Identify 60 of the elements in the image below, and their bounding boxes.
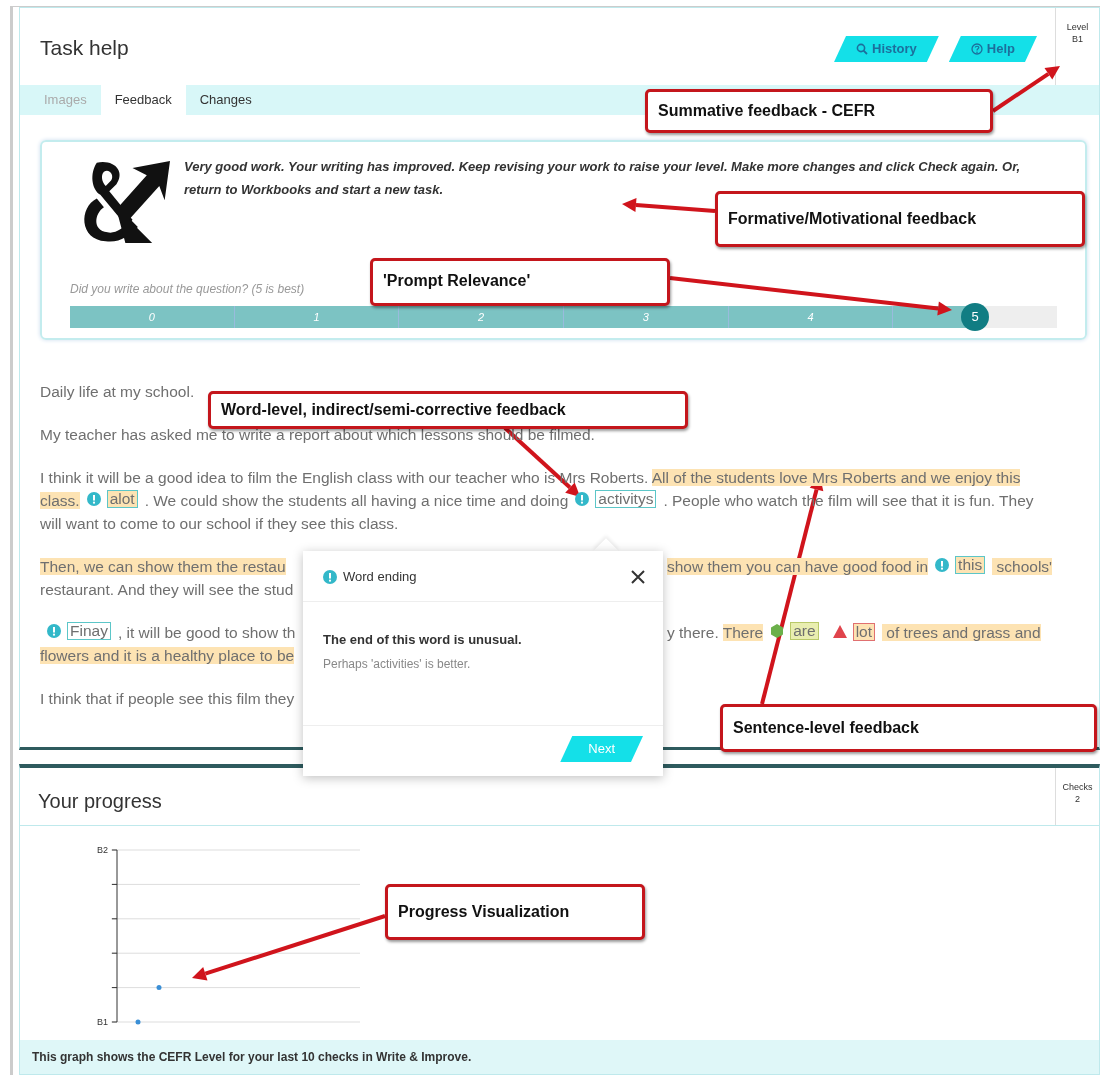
- help-button[interactable]: Help: [948, 36, 1037, 62]
- callout-label: Formative/Motivational feedback: [715, 191, 1085, 247]
- checks-label: Checks: [1061, 782, 1094, 794]
- essay-text: restaurant. And they will see the stud: [40, 581, 294, 598]
- chart-caption: This graph shows the CEFR Level for your last 10 checks in Write & Improve.: [20, 1040, 1099, 1074]
- info-icon: [86, 492, 101, 506]
- highlighted-text: class.: [40, 492, 80, 509]
- essay-text: y there.: [667, 624, 720, 641]
- info-icon: [323, 569, 337, 584]
- callout-label: Sentence-level feedback: [720, 704, 1097, 752]
- highlighted-text: Then, we can show them the restau: [40, 558, 286, 575]
- essay-text: . We could show the students all having a nice time and doing: [144, 492, 569, 509]
- flagged-word[interactable]: alot: [106, 490, 138, 508]
- close-icon: [631, 569, 645, 584]
- flagged-word[interactable]: this: [955, 556, 986, 574]
- flagged-word[interactable]: Finay: [67, 622, 111, 640]
- axis-label: B2: [97, 845, 108, 855]
- history-button[interactable]: History: [834, 36, 939, 62]
- level-value: B1: [1071, 33, 1084, 46]
- info-icon: [935, 558, 950, 572]
- data-point: [156, 985, 162, 991]
- essay-text: I think that if people see this film they: [40, 690, 295, 707]
- callout-label: Word-level, indirect/semi-corrective feedback: [208, 391, 688, 429]
- level-label: Level: [1065, 22, 1090, 34]
- highlighted-text: show them you can have good food in: [667, 558, 929, 575]
- tab[interactable]: Changes: [185, 85, 266, 115]
- panel-title: Task help: [39, 35, 130, 61]
- highlighted-text: There: [722, 624, 764, 641]
- checks-count: 2: [1074, 793, 1081, 806]
- callout-label: 'Prompt Relevance': [370, 258, 670, 306]
- essay-text: , it will be good to show th: [117, 624, 296, 641]
- flagged-word[interactable]: activitys: [595, 490, 657, 508]
- data-point: [135, 1019, 141, 1025]
- highlighted-text: flowers and it is a healthy place to be: [40, 647, 295, 664]
- callout-label: Summative feedback - CEFR: [645, 89, 993, 133]
- info-icon: [575, 492, 590, 506]
- highlighted-text: schools': [992, 558, 1053, 575]
- help-icon: [970, 43, 983, 55]
- close-button[interactable]: [629, 567, 647, 586]
- flagged-word[interactable]: are: [790, 622, 819, 640]
- popover-title: Word ending: [343, 568, 417, 586]
- hexagon-icon: [770, 624, 785, 638]
- relevance-question: Did you write about the question? (5 is best): [70, 281, 305, 298]
- popover-suggestion: Perhaps 'activities' is better.: [323, 656, 472, 673]
- warning-icon: [832, 625, 847, 638]
- essay-text: I think it will be a good idea to film the English class with our teacher who is Mrs Roberts.: [40, 469, 650, 486]
- panel-title: Your progress: [37, 789, 163, 814]
- callout-arrow: [991, 66, 1060, 113]
- selected-score[interactable]: 5: [961, 303, 990, 331]
- highlighted-text: of trees and grass and: [882, 624, 1041, 641]
- essay-text: will want to come to our school if they see this class.: [40, 515, 399, 532]
- info-icon: [47, 624, 61, 638]
- axis-label: B1: [97, 1017, 108, 1027]
- flagged-word[interactable]: lot: [852, 622, 875, 641]
- highlighted-text: All of the students love Mrs Roberts and we enjoy this: [651, 469, 1021, 486]
- essay-text: Daily life at my school.: [40, 383, 195, 400]
- search-icon: [856, 43, 869, 55]
- popover-message: The end of this word is unusual.: [323, 630, 523, 649]
- tab[interactable]: Feedback: [100, 85, 186, 115]
- callout-label: Progress Visualization: [385, 884, 645, 940]
